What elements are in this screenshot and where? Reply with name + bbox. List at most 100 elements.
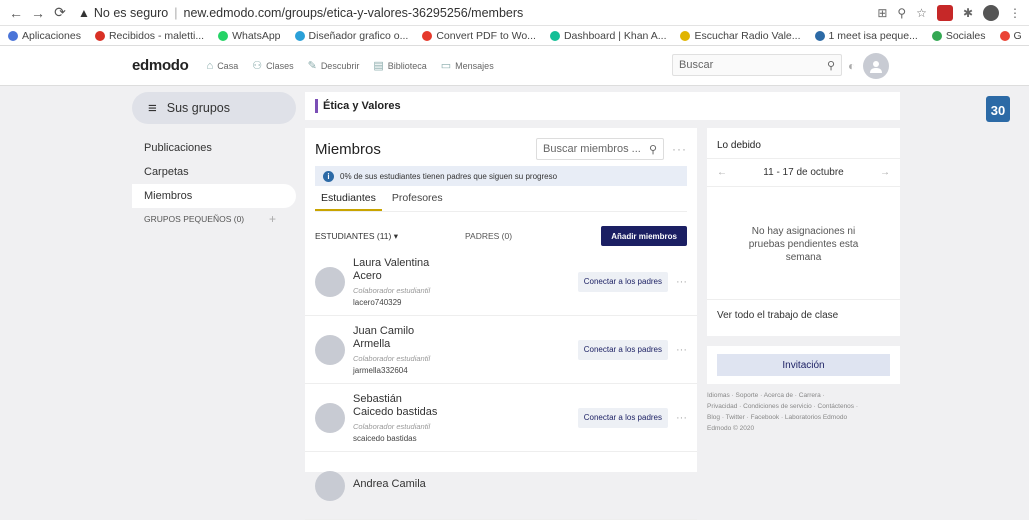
zoom-icon[interactable]: ⚲ <box>897 6 906 20</box>
connect-parents-button[interactable]: Conectar a los padres <box>577 339 668 360</box>
more-options-icon[interactable]: ··· <box>676 276 687 288</box>
member-username: lacero740329 <box>353 297 402 307</box>
nav-descubrir[interactable]: ✎ Descubrir <box>308 59 360 72</box>
member-row: Andrea Camila <box>305 452 697 520</box>
group-color-bar <box>315 99 318 113</box>
nav-casa[interactable]: ⌂ Casa <box>207 60 239 72</box>
sidebar-item-publicaciones[interactable]: Publicaciones <box>132 136 296 160</box>
notification-icon[interactable]: ◐ <box>848 59 855 73</box>
bookmark-label: G <box>1013 29 1022 42</box>
students-filter[interactable]: ESTUDIANTES (11) ▾ <box>315 231 465 242</box>
member-info: Andrea Camila <box>353 478 687 494</box>
all-classwork-link[interactable]: Ver todo el trabajo de clase <box>707 299 900 329</box>
more-options-icon[interactable]: ··· <box>676 412 687 424</box>
prev-week-icon[interactable]: ← <box>717 167 727 178</box>
member-info: Laura Valentina Acero Colaborador estudi… <box>353 257 578 307</box>
star-icon[interactable]: ☆ <box>916 6 927 20</box>
url-text: new.edmodo.com/groups/etica-y-valores-36… <box>183 5 524 20</box>
bookmark-item[interactable]: Escuchar Radio Vale... <box>680 30 801 42</box>
bookmark-item[interactable]: Diseñador grafico o... <box>294 30 408 42</box>
bookmark-item[interactable]: WhatsApp <box>218 30 281 42</box>
calendar-icon[interactable]: 30 <box>986 96 1010 122</box>
search-icon: ⚲ <box>826 59 835 72</box>
nav-label: Casa <box>217 60 239 71</box>
back-arrow-icon[interactable]: ← <box>8 5 24 21</box>
small-groups-row: GRUPOS PEQUEÑOS (0) + <box>132 208 296 230</box>
tab-estudiantes[interactable]: Estudiantes <box>315 192 382 211</box>
member-role: Colaborador estudiantil <box>353 353 431 363</box>
bookmark-icon <box>814 30 825 41</box>
members-header: Miembros Buscar miembros ... ⚲ ··· <box>305 128 697 162</box>
extension-icon[interactable] <box>936 4 953 21</box>
member-row: Juan Camilo Armella Colaborador estudian… <box>305 316 697 384</box>
nav-label: Biblioteca <box>387 60 427 71</box>
bookmark-label: Convert PDF to Wo... <box>436 29 536 42</box>
member-search-input[interactable]: Buscar miembros ... ⚲ <box>536 138 664 160</box>
invite-panel: Invitación <box>707 346 900 384</box>
next-week-icon[interactable]: → <box>880 167 890 178</box>
edmodo-logo[interactable]: edmodo <box>132 57 189 74</box>
member-name[interactable]: Sebastián Caicedo bastidas <box>353 393 443 419</box>
forward-arrow-icon[interactable]: → <box>30 5 46 21</box>
week-label: 11 - 17 de octubre <box>763 167 844 178</box>
user-avatar[interactable] <box>863 53 890 79</box>
nav-label: Clases <box>266 60 294 71</box>
nav-mensajes[interactable]: ▭ Mensajes <box>441 59 494 72</box>
member-name[interactable]: Juan Camilo Armella <box>353 325 443 351</box>
home-icon: ⌂ <box>206 59 214 72</box>
members-heading: Miembros <box>315 140 381 158</box>
add-members-button[interactable]: Añadir miembros <box>601 226 687 246</box>
bookmark-item[interactable]: Dashboard | Khan A... <box>549 30 666 42</box>
bookmark-item[interactable]: 1 meet isa peque... <box>814 30 918 42</box>
bookmark-icon <box>218 30 229 41</box>
list-header: ESTUDIANTES (11) ▾ PADRES (0) Añadir mie… <box>315 224 687 248</box>
profile-icon[interactable] <box>983 4 999 21</box>
search-input[interactable]: Buscar ⚲ <box>672 54 842 76</box>
bookmark-icon <box>294 30 305 41</box>
member-name[interactable]: Andrea Camila <box>353 478 443 491</box>
bookmark-item[interactable]: Recibidos - maletti... <box>94 30 204 42</box>
footer-line[interactable]: Privacidad · Condiciones de servicio · C… <box>707 401 900 412</box>
member-row: Sebastián Caicedo bastidas Colaborador e… <box>305 384 697 452</box>
search-placeholder: Buscar <box>679 59 714 71</box>
member-info: Juan Camilo Armella Colaborador estudian… <box>353 325 578 375</box>
info-text: 0% de sus estudiantes tienen padres que … <box>340 171 558 181</box>
nav-clases[interactable]: ⚇ Clases <box>252 59 293 72</box>
parents-label[interactable]: PADRES (0) <box>465 231 601 241</box>
students-label: ESTUDIANTES (11) <box>315 230 392 241</box>
bookmark-item[interactable]: Aplicaciones <box>8 30 81 42</box>
member-avatar[interactable] <box>315 266 345 297</box>
add-small-group-icon[interactable]: + <box>269 212 276 226</box>
member-avatar[interactable] <box>315 334 345 365</box>
invite-button[interactable]: Invitación <box>717 354 890 376</box>
connect-parents-button[interactable]: Conectar a los padres <box>577 271 668 292</box>
connect-parents-button[interactable]: Conectar a los padres <box>577 407 668 428</box>
sidebar-item-carpetas[interactable]: Carpetas <box>132 160 296 184</box>
small-groups-label[interactable]: GRUPOS PEQUEÑOS (0) <box>144 214 244 224</box>
more-options-icon[interactable]: ··· <box>672 142 687 156</box>
nav-biblioteca[interactable]: ▤ Biblioteca <box>373 59 426 72</box>
tab-profesores[interactable]: Profesores <box>386 192 449 211</box>
menu-icon[interactable]: ⋮ <box>1009 6 1021 20</box>
footer-line[interactable]: Idiomas · Soporte · Acerca de · Carrera … <box>707 390 900 401</box>
bookmark-item[interactable]: Convert PDF to Wo... <box>422 30 536 42</box>
member-row: Laura Valentina Acero Colaborador estudi… <box>305 248 697 316</box>
bookmark-item[interactable]: G <box>999 29 1022 42</box>
footer-line[interactable]: Blog · Twitter · Facebook · Laboratorios… <box>707 412 900 423</box>
hamburger-icon: ≡ <box>148 99 157 117</box>
bookmark-item[interactable]: Sociales <box>931 30 986 42</box>
translate-icon[interactable]: ⊞ <box>877 6 887 20</box>
library-icon: ▤ <box>373 60 384 72</box>
messages-icon: ▭ <box>440 60 452 72</box>
member-role: Colaborador estudiantil <box>353 285 431 295</box>
sidebar-item-miembros[interactable]: Miembros <box>132 184 296 208</box>
member-avatar[interactable] <box>315 470 345 501</box>
groups-button[interactable]: ≡ Sus grupos <box>132 92 296 124</box>
address-bar[interactable]: ▲ No es seguro | new.edmodo.com/groups/e… <box>78 6 877 20</box>
member-name[interactable]: Laura Valentina Acero <box>353 257 443 283</box>
more-options-icon[interactable]: ··· <box>676 344 687 356</box>
reload-icon[interactable]: ⟳ <box>52 4 68 21</box>
member-avatar[interactable] <box>315 402 345 433</box>
person-icon <box>870 61 883 73</box>
puzzle-icon[interactable]: ✱ <box>963 6 973 20</box>
